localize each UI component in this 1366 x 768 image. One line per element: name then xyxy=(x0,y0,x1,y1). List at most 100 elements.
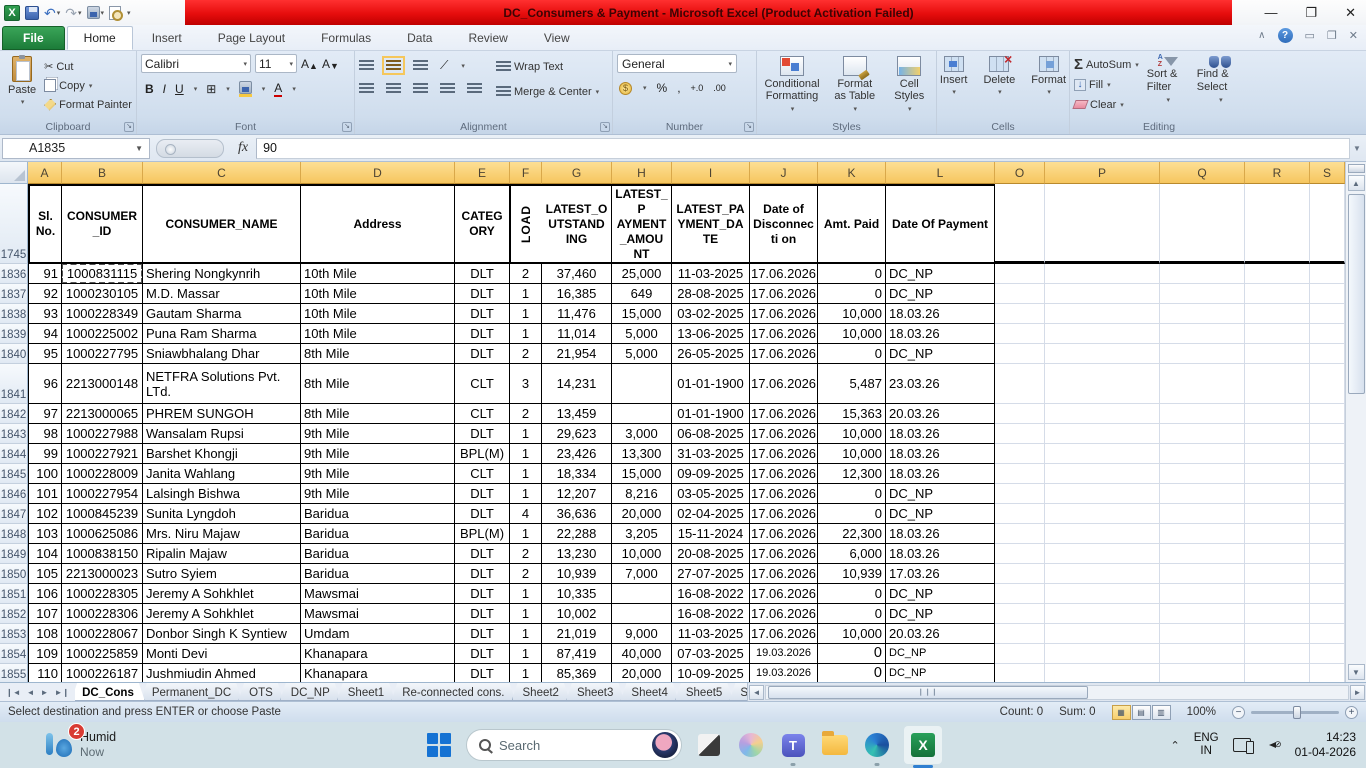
cell[interactable]: 91 xyxy=(28,264,62,284)
cell[interactable]: 99 xyxy=(28,444,62,464)
cell[interactable] xyxy=(1045,344,1160,364)
cell[interactable]: 92 xyxy=(28,284,62,304)
taskbar-excel[interactable]: X xyxy=(904,726,942,764)
find-select-button[interactable]: Find & Select ▾ xyxy=(1197,54,1244,113)
font-dialog-launcher[interactable]: ↘ xyxy=(342,122,352,132)
cell[interactable]: 2213000023 xyxy=(62,564,143,584)
save-button[interactable] xyxy=(25,4,39,22)
workbook-minimize-icon[interactable]: ▭ xyxy=(1305,29,1315,42)
cell[interactable] xyxy=(995,464,1045,484)
clipboard-dialog-launcher[interactable]: ↘ xyxy=(124,122,134,132)
cell[interactable]: 9,000 xyxy=(612,624,672,644)
underline-button[interactable]: U xyxy=(175,82,184,96)
percent-style-button[interactable]: % xyxy=(657,81,668,95)
cell[interactable]: 10th Mile xyxy=(301,304,455,324)
cell[interactable]: 1000228306 xyxy=(62,604,143,624)
ribbon-tab-review[interactable]: Review xyxy=(451,26,524,50)
cell[interactable] xyxy=(1160,364,1245,404)
cell[interactable]: 22,288 xyxy=(542,524,612,544)
cell[interactable] xyxy=(612,364,672,404)
cell[interactable]: 18.03.26 xyxy=(886,324,995,344)
cell[interactable]: PHREM SUNGOH xyxy=(143,404,301,424)
italic-button[interactable]: I xyxy=(163,82,166,96)
cell[interactable] xyxy=(1310,504,1345,524)
cell[interactable]: Shering Nongkynrih xyxy=(143,264,301,284)
cell[interactable]: 29,623 xyxy=(542,424,612,444)
cell[interactable]: 94 xyxy=(28,324,62,344)
last-sheet-icon[interactable]: ►❙ xyxy=(54,688,69,697)
cell[interactable] xyxy=(1310,404,1345,424)
cell[interactable] xyxy=(1045,524,1160,544)
tray-chevron-icon[interactable]: ⌃ xyxy=(1170,739,1179,752)
cell[interactable]: 10-09-2025 xyxy=(672,664,750,682)
cell[interactable] xyxy=(1245,364,1310,404)
cell[interactable]: CLT xyxy=(455,364,510,404)
cell[interactable] xyxy=(1310,284,1345,304)
cell[interactable] xyxy=(1245,304,1310,324)
cell[interactable]: DC_NP xyxy=(886,504,995,524)
cell[interactable]: 110 xyxy=(28,664,62,682)
cell[interactable]: 1000230105 xyxy=(62,284,143,304)
cell[interactable]: 07-03-2025 xyxy=(672,644,750,664)
cell[interactable]: Wansalam Rupsi xyxy=(143,424,301,444)
cell[interactable]: Mawsmai xyxy=(301,604,455,624)
cell[interactable]: DLT xyxy=(455,624,510,644)
sheet-tab-re-connected-cons-[interactable]: Re-connected cons. xyxy=(391,683,515,701)
cell[interactable]: 18.03.26 xyxy=(886,524,995,544)
cell[interactable]: Sutro Syiem xyxy=(143,564,301,584)
cell[interactable] xyxy=(1310,464,1345,484)
sort-filter-button[interactable]: AZ Sort & Filter ▾ xyxy=(1147,54,1189,113)
cell[interactable]: 3,000 xyxy=(612,424,672,444)
cell[interactable]: 2 xyxy=(510,264,542,284)
column-header-E[interactable]: E xyxy=(455,162,510,184)
cell[interactable]: 0 xyxy=(818,584,886,604)
cell[interactable]: 10th Mile xyxy=(301,324,455,344)
cell[interactable]: 10,335 xyxy=(542,584,612,604)
cell[interactable]: 10th Mile xyxy=(301,264,455,284)
cell[interactable]: 1000227988 xyxy=(62,424,143,444)
cell[interactable] xyxy=(1310,524,1345,544)
sheet-tab-sheet4[interactable]: Sheet4 xyxy=(620,683,678,701)
cell[interactable]: Baridua xyxy=(301,524,455,544)
cell[interactable]: DC_NP xyxy=(886,604,995,624)
fill-button[interactable]: ↓ Fill ▾ xyxy=(1074,76,1139,93)
cell[interactable]: 96 xyxy=(28,364,62,404)
cell[interactable]: Donbor Singh K Syntiew xyxy=(143,624,301,644)
cell[interactable] xyxy=(1245,484,1310,504)
cell[interactable]: DLT xyxy=(455,484,510,504)
cell[interactable] xyxy=(1045,424,1160,444)
cell[interactable] xyxy=(1245,444,1310,464)
cell[interactable]: 98 xyxy=(28,424,62,444)
cell[interactable]: 102 xyxy=(28,504,62,524)
row-number-1854[interactable]: 1854 xyxy=(0,644,28,664)
header-cell[interactable]: Address xyxy=(301,184,455,264)
cell[interactable] xyxy=(1245,564,1310,584)
cell[interactable] xyxy=(612,604,672,624)
zoom-out-button[interactable]: − xyxy=(1232,705,1245,719)
cell[interactable]: 17.03.26 xyxy=(886,564,995,584)
column-header-S[interactable]: S xyxy=(1310,162,1345,184)
ribbon-tab-formulas[interactable]: Formulas xyxy=(304,26,388,50)
cell[interactable]: DLT xyxy=(455,544,510,564)
horizontal-scrollbar[interactable]: ◄ ❙❙❙ ► xyxy=(747,683,1366,701)
cell[interactable]: 109 xyxy=(28,644,62,664)
zoom-in-button[interactable]: + xyxy=(1345,705,1358,719)
cell[interactable] xyxy=(1045,324,1160,344)
scroll-left-icon[interactable]: ◄ xyxy=(749,684,765,700)
cell[interactable] xyxy=(1160,264,1245,284)
cell[interactable]: 5,000 xyxy=(612,324,672,344)
cast-icon[interactable] xyxy=(1232,738,1254,754)
cell[interactable]: 6,000 xyxy=(818,544,886,564)
cell[interactable]: 10,000 xyxy=(818,624,886,644)
next-sheet-icon[interactable]: ► xyxy=(41,688,49,697)
cell[interactable]: Sniawbhalang Dhar xyxy=(143,344,301,364)
cell[interactable]: 17.06.2026 xyxy=(750,624,818,644)
cell[interactable] xyxy=(1310,664,1345,682)
cell[interactable]: 1 xyxy=(510,524,542,544)
cell[interactable]: 17.06.2026 xyxy=(750,324,818,344)
cell[interactable]: 93 xyxy=(28,304,62,324)
vertical-scroll-thumb[interactable] xyxy=(1347,194,1365,394)
sheet-tab-permanent-dc[interactable]: Permanent_DC xyxy=(141,683,242,701)
ribbon-tab-view[interactable]: View xyxy=(527,26,587,50)
cell[interactable]: 1 xyxy=(510,644,542,664)
